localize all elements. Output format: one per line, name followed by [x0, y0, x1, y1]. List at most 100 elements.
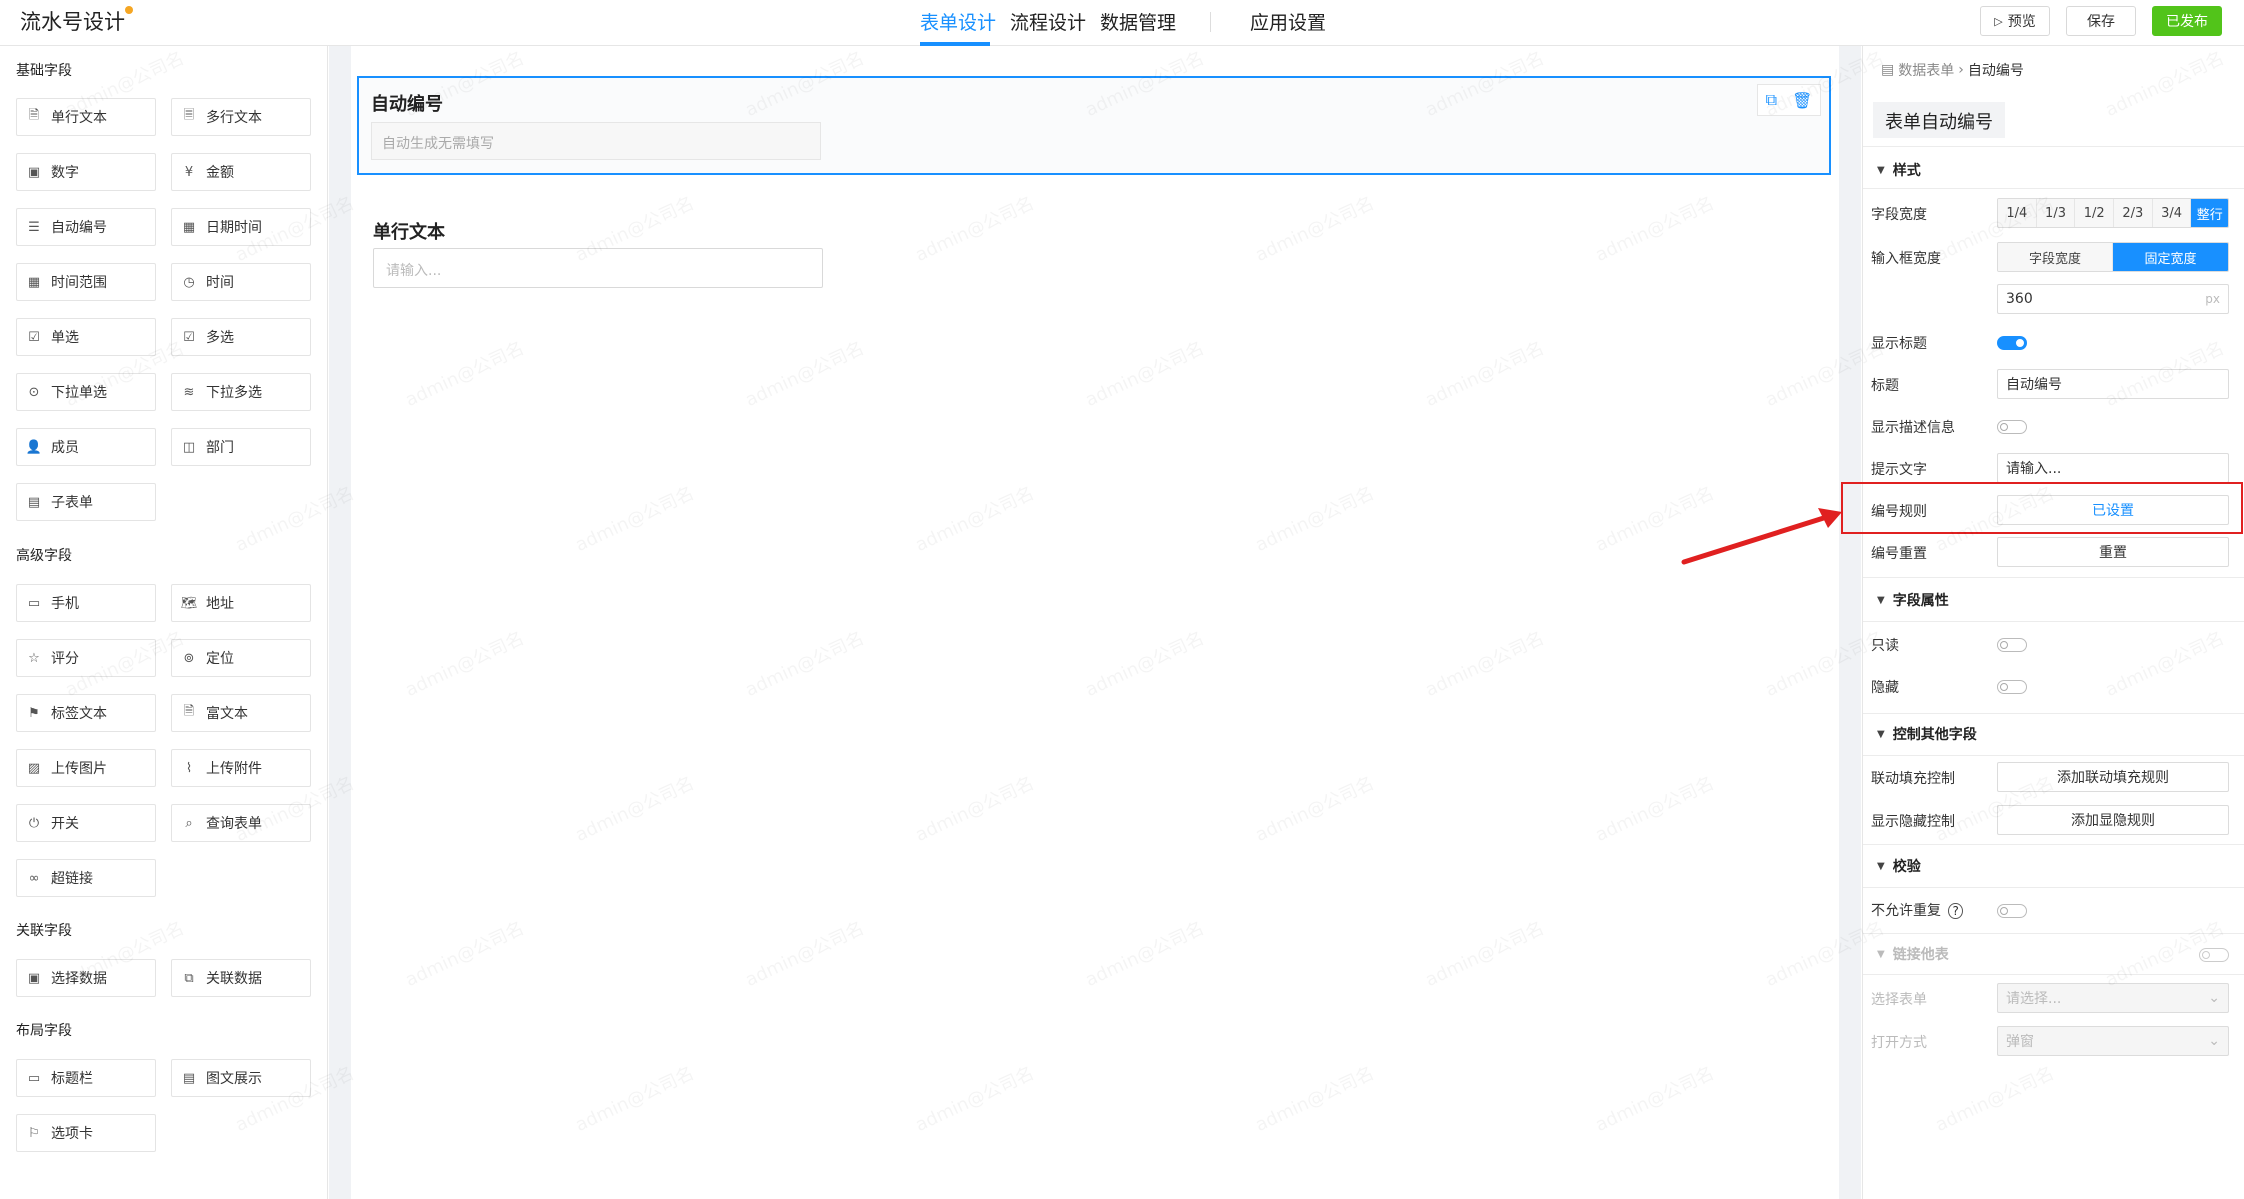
single-line-input[interactable]: 请输入...: [373, 248, 823, 288]
publish-button[interactable]: 已发布: [2152, 6, 2222, 36]
input-width-field[interactable]: 字段宽度: [1998, 243, 2113, 271]
field-department[interactable]: ◫ 部门: [171, 428, 311, 466]
visibility-label: 显示隐藏控制: [1871, 814, 1955, 830]
width-unit: px: [2205, 292, 2220, 306]
select-data-icon: ▣: [27, 970, 41, 986]
field-title-bar[interactable]: ▭ 标题栏: [16, 1059, 156, 1097]
field-label: 下拉单选: [51, 385, 107, 401]
field-query-form[interactable]: ⌕ 查询表单: [171, 804, 311, 842]
properties-panel: ▤ 数据表单 › 自动编号 表单自动编号 ▼ 样式 字段宽度 1/4 1/3 1…: [1862, 46, 2244, 1199]
field-relate-data[interactable]: ⧉ 关联数据: [171, 959, 311, 997]
image-icon: ▨: [27, 760, 41, 776]
tab-form-design[interactable]: 表单设计: [920, 8, 996, 35]
tab-data-manage[interactable]: 数据管理: [1100, 8, 1176, 35]
width-option-3-4[interactable]: 3/4: [2152, 199, 2192, 227]
preview-button[interactable]: ▷ 预览: [1980, 6, 2050, 36]
section-validate[interactable]: ▼ 校验: [1877, 856, 1921, 876]
breadcrumb-root[interactable]: 数据表单: [1898, 60, 1954, 80]
field-address[interactable]: 🗺 地址: [171, 584, 311, 622]
field-label: 自动编号: [51, 220, 107, 236]
field-time-range[interactable]: ▦ 时间范围: [16, 263, 156, 301]
field-label: 时间: [206, 275, 234, 291]
title-input[interactable]: 自动编号: [1997, 369, 2229, 399]
show-title-toggle[interactable]: [1997, 336, 2027, 350]
divider: [1863, 974, 2244, 975]
width-value-input[interactable]: 360 px: [1997, 284, 2229, 314]
hidden-toggle[interactable]: [1997, 680, 2027, 694]
width-option-1-3[interactable]: 1/3: [2036, 199, 2076, 227]
field-switch[interactable]: ⏻ 开关: [16, 804, 156, 842]
reset-button[interactable]: 重置: [1997, 537, 2229, 567]
field-tag-text[interactable]: ⚑ 标签文本: [16, 694, 156, 732]
width-option-1-4[interactable]: 1/4: [1998, 199, 2037, 227]
tab-flow-design[interactable]: 流程设计: [1010, 8, 1086, 35]
field-rating[interactable]: ☆ 评分: [16, 639, 156, 677]
input-width-fixed[interactable]: 固定宽度: [2113, 243, 2228, 271]
linkage-button[interactable]: 添加联动填充规则: [1997, 762, 2229, 792]
field-upload-attachment[interactable]: ⌇ 上传附件: [171, 749, 311, 787]
section-link: ▼ 链接他表: [1877, 944, 1949, 964]
show-desc-toggle[interactable]: [1997, 420, 2027, 434]
field-location[interactable]: ⊚ 定位: [171, 639, 311, 677]
section-style[interactable]: ▼ 样式: [1877, 160, 1921, 180]
field-label: 标题栏: [51, 1071, 93, 1087]
delete-icon[interactable]: 🗑: [1792, 91, 1812, 110]
divider: [1863, 844, 2244, 845]
field-dropdown-single[interactable]: ⊙ 下拉单选: [16, 373, 156, 411]
save-button[interactable]: 保存: [2066, 6, 2136, 36]
auto-number-input: 自动生成无需填写: [371, 122, 821, 160]
panel-title: 表单自动编号: [1873, 102, 2005, 138]
copy-icon[interactable]: ⧉: [1766, 90, 1777, 110]
field-number[interactable]: ▣ 数字: [16, 153, 156, 191]
reset-label: 编号重置: [1871, 546, 1927, 562]
field-width-label: 字段宽度: [1871, 207, 1927, 223]
hint-input[interactable]: 请输入...: [1997, 453, 2229, 483]
width-option-full[interactable]: 整行: [2191, 199, 2228, 227]
no-repeat-toggle[interactable]: [1997, 904, 2027, 918]
field-radio[interactable]: ☑ 单选: [16, 318, 156, 356]
field-title: 自动编号: [371, 94, 443, 115]
field-select-data[interactable]: ▣ 选择数据: [16, 959, 156, 997]
section-control[interactable]: ▼ 控制其他字段: [1877, 724, 1977, 744]
divider: [1863, 577, 2244, 578]
annotation-highlight-box: [1841, 482, 2243, 534]
field-checkbox[interactable]: ☑ 多选: [171, 318, 311, 356]
section-label: 样式: [1892, 163, 1921, 179]
tag-icon: ⚑: [28, 705, 40, 721]
divider: [1863, 146, 2244, 147]
visibility-button[interactable]: 添加显隐规则: [1997, 805, 2229, 835]
field-label: 地址: [206, 596, 234, 612]
field-label: 上传图片: [51, 761, 107, 777]
hidden-label: 隐藏: [1871, 680, 1899, 696]
field-member[interactable]: 👤 成员: [16, 428, 156, 466]
dropdown-multi-icon: ≋: [183, 384, 195, 400]
field-width-selector: 1/4 1/3 1/2 2/3 3/4 整行: [1997, 198, 2229, 228]
readonly-toggle[interactable]: [1997, 638, 2027, 652]
select-form-placeholder: 请选择...: [2006, 991, 2062, 1007]
field-multi-line[interactable]: 🗏 多行文本: [171, 98, 311, 136]
field-phone[interactable]: ▭ 手机: [16, 584, 156, 622]
selected-field-auto-number[interactable]: 自动编号 自动生成无需填写 ⧉ 🗑: [357, 76, 1831, 175]
width-option-2-3[interactable]: 2/3: [2114, 199, 2153, 227]
help-icon[interactable]: ?: [1948, 903, 1963, 919]
field-amount[interactable]: ¥ 金额: [171, 153, 311, 191]
field-rich-text[interactable]: 🗎 富文本: [171, 694, 311, 732]
field-subform[interactable]: ▤ 子表单: [16, 483, 156, 521]
field-time[interactable]: ◷ 时间: [171, 263, 311, 301]
form-canvas: 自动编号 自动生成无需填写 ⧉ 🗑 单行文本 请输入...: [351, 46, 1839, 1199]
tab-app-settings[interactable]: 应用设置: [1250, 8, 1326, 35]
field-single-line[interactable]: 🗎 单行文本: [16, 98, 156, 136]
field-auto-number[interactable]: ☰ 自动编号: [16, 208, 156, 246]
field-hyperlink[interactable]: ∞ 超链接: [16, 859, 156, 897]
field-datetime[interactable]: ▦ 日期时间: [171, 208, 311, 246]
field-image-text[interactable]: ▤ 图文展示: [171, 1059, 311, 1097]
field-upload-image[interactable]: ▨ 上传图片: [16, 749, 156, 787]
field-tab-card[interactable]: ⚐ 选项卡: [16, 1114, 156, 1152]
preview-label: 预览: [2007, 14, 2036, 30]
field-label: 定位: [206, 651, 234, 667]
width-option-1-2[interactable]: 1/2: [2075, 199, 2115, 227]
field-actions: ⧉ 🗑: [1757, 84, 1821, 116]
field-dropdown-multi[interactable]: ≋ 下拉多选: [171, 373, 311, 411]
hint-label: 提示文字: [1871, 462, 1927, 478]
section-field-props[interactable]: ▼ 字段属性: [1877, 590, 1949, 610]
